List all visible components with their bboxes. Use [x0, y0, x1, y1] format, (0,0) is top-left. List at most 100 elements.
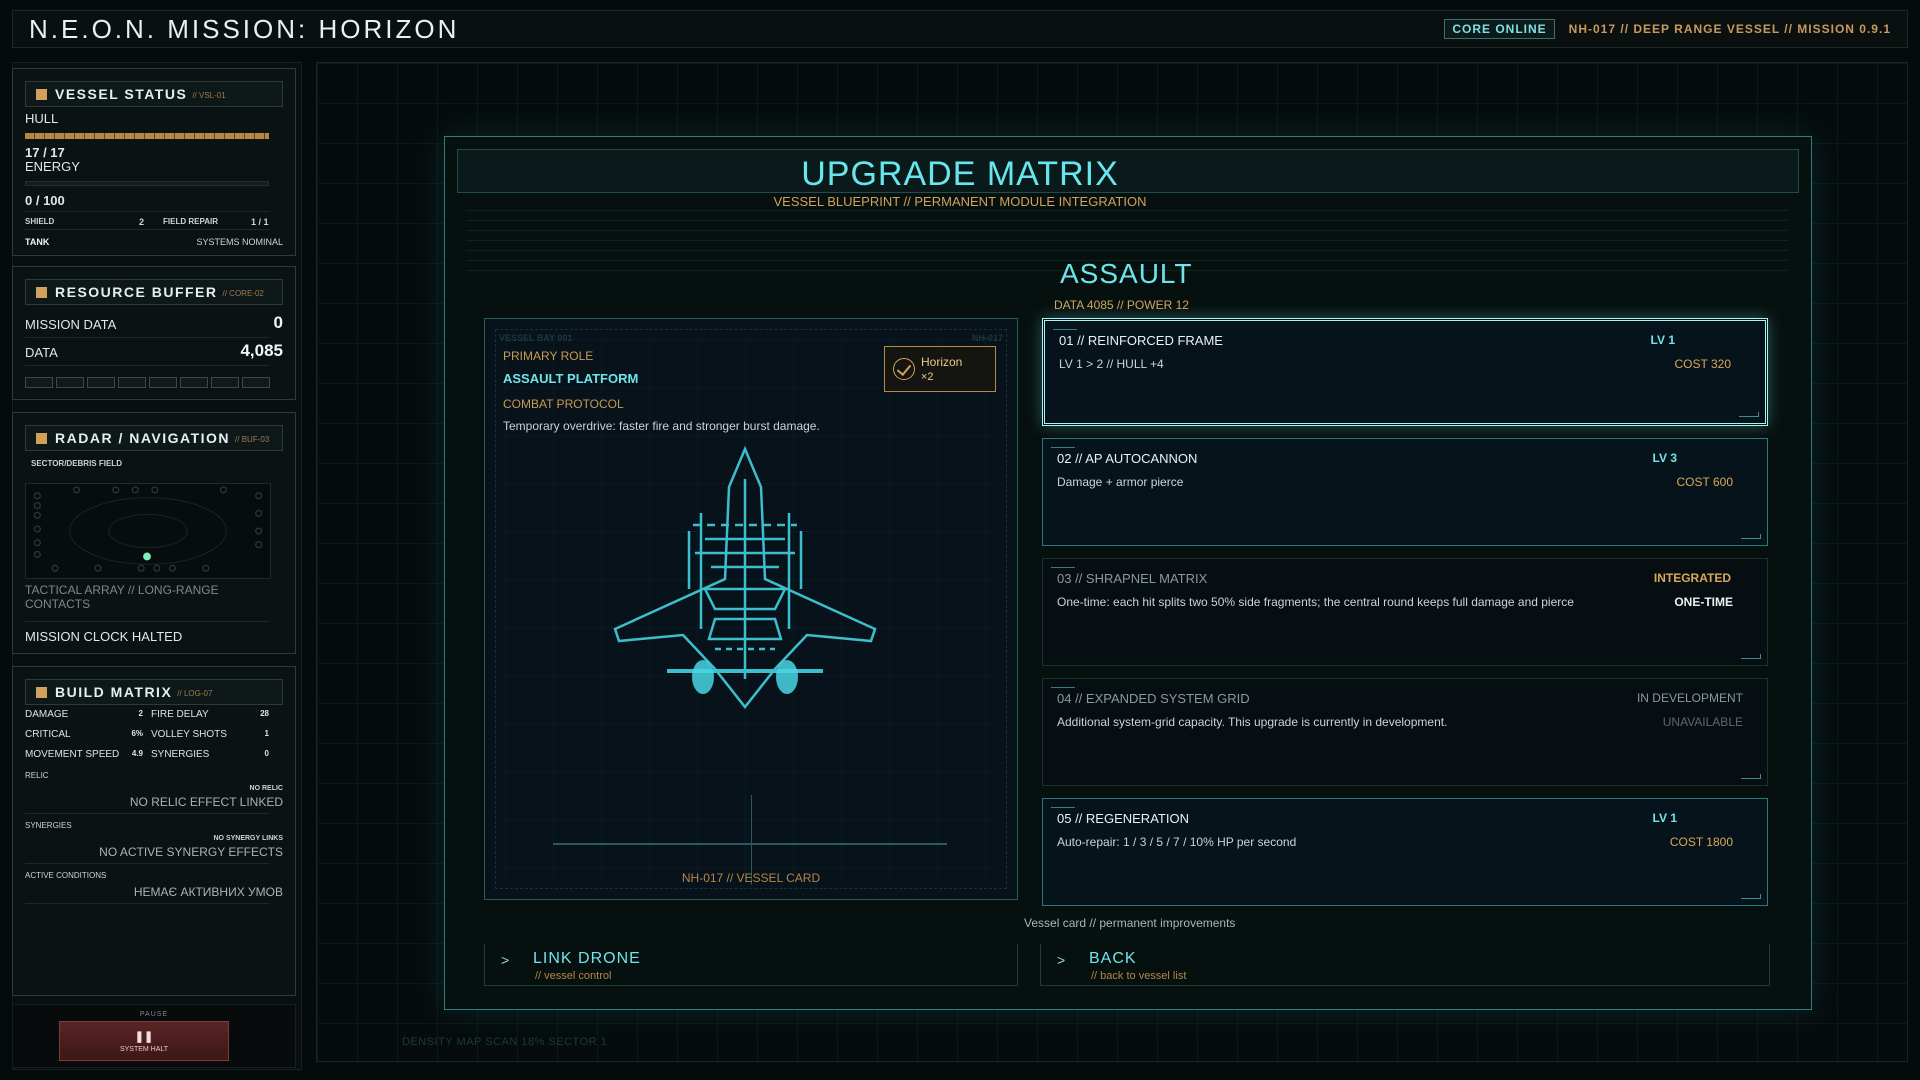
shield-value: 2 [139, 217, 145, 227]
module-cost: COST 600 [1676, 475, 1733, 489]
radar-map[interactable] [25, 483, 271, 579]
module-desc: Additional system-grid capacity. This up… [1057, 715, 1448, 729]
action-label: BACK [1089, 950, 1137, 967]
ghost-label: VESSEL BAY 001 [499, 333, 573, 343]
panel-header: VESSEL STATUS // VSL-01 [25, 81, 283, 107]
stat-label: SYNERGIES [151, 749, 210, 760]
player-marker [143, 552, 151, 561]
protocol-text: Temporary overdrive: faster fire and str… [503, 419, 820, 433]
stat-value: 4.9 [131, 749, 143, 758]
panel-tag: // BUF-03 [235, 435, 270, 444]
relic-tag: NO RELIC [249, 785, 283, 792]
panel-tag: // CORE-02 [222, 289, 264, 298]
repair-label: FIELD REPAIR [163, 217, 218, 226]
module-cost: COST 320 [1674, 357, 1731, 371]
panel-title: RESOURCE BUFFER [55, 284, 218, 300]
module-name: 05 // REGENERATION [1057, 811, 1189, 826]
stat-label: DAMAGE [25, 709, 69, 720]
chevron-right-icon: > [501, 952, 510, 968]
corner-mark [1051, 807, 1075, 808]
role-label: PRIMARY ROLE [503, 349, 594, 363]
module-name: 04 // EXPANDED SYSTEM GRID [1057, 691, 1250, 706]
square-icon [36, 686, 47, 698]
pause-button[interactable]: ❚❚ SYSTEM HALT [59, 1021, 229, 1061]
check-circle-icon [893, 358, 915, 380]
module-name: 02 // AP AUTOCANNON [1057, 451, 1198, 466]
square-icon [36, 432, 47, 444]
upgrade-module-reinforced-frame[interactable]: 01 // REINFORCED FRAME LV 1 > 2 // HULL … [1042, 318, 1768, 426]
module-desc: Damage + armor pierce [1057, 475, 1184, 489]
divider [25, 211, 269, 212]
divider [25, 813, 269, 814]
stat-value: 1 [264, 729, 269, 738]
action-sub: // vessel control [535, 970, 612, 982]
panel-title: RADAR / NAVIGATION [55, 430, 231, 446]
stat-value: 28 [260, 709, 269, 718]
radar-svg [33, 486, 263, 572]
stat-label: VOLLEY SHOTS [151, 729, 227, 740]
divider [25, 621, 269, 622]
top-bar: N.E.O.N. MISSION: HORIZON CORE ONLINE NH… [12, 10, 1908, 48]
vessel-stats: DATA 4085 // POWER 12 [1054, 298, 1189, 312]
conditions-label: ACTIVE CONDITIONS [25, 871, 107, 880]
data-label: DATA [25, 345, 58, 360]
core-status-badge: CORE ONLINE [1444, 19, 1555, 39]
divider [25, 365, 269, 366]
segment [25, 377, 53, 388]
mission-clock: MISSION CLOCK HALTED [25, 629, 183, 644]
square-icon [36, 88, 47, 100]
upgrade-module-regeneration[interactable]: 05 // REGENERATION Auto-repair: 1 / 3 / … [1042, 798, 1768, 906]
hull-label: HULL [25, 111, 59, 126]
mission-data-value: 0 [273, 313, 283, 332]
pause-label: PAUSE [139, 1011, 169, 1018]
resource-buffer-panel: RESOURCE BUFFER // CORE-02 MISSION DATA … [12, 266, 296, 400]
panel-header: BUILD MATRIX // LOG-07 [25, 679, 283, 705]
topbar-status: CORE ONLINE NH-017 // DEEP RANGE VESSEL … [1444, 19, 1891, 39]
synergies-label: SYNERGIES [25, 821, 72, 830]
mission-data-label: MISSION DATA [25, 317, 117, 332]
corner-mark [1739, 412, 1759, 417]
systems-status: SYSTEMS NOMINAL [196, 237, 283, 247]
corner-mark [1741, 534, 1761, 539]
horizon-badge: Horizon ×2 [884, 346, 996, 392]
vessel-card: VESSEL BAY 001 NH-017 PRIMARY ROLE ASSAU… [484, 318, 1018, 900]
action-sub: // back to vessel list [1091, 970, 1187, 982]
module-level: LV 1 [1650, 333, 1675, 347]
upgrade-module-shrapnel-matrix[interactable]: 03 // SHRAPNEL MATRIX One-time: each hit… [1042, 558, 1768, 666]
module-cost: UNAVAILABLE [1662, 715, 1743, 729]
data-value: 4,085 [240, 341, 283, 360]
panel-tag: // VSL-01 [192, 91, 226, 100]
segment [242, 377, 270, 388]
module-level: LV 3 [1652, 451, 1677, 465]
segment [180, 377, 208, 388]
corner-mark [1741, 774, 1761, 779]
class-label: TANK [25, 237, 50, 247]
repair-value: 1 / 1 [251, 217, 269, 227]
back-button[interactable]: > BACK // back to vessel list [1040, 944, 1770, 986]
modal-footnote: Vessel card // permanent improvements [1024, 916, 1236, 930]
badge-name: Horizon [921, 355, 963, 369]
corner-mark [1051, 567, 1075, 568]
sector-label: SECTOR/DEBRIS FIELD [31, 459, 122, 468]
synergies-text: NO ACTIVE SYNERGY EFFECTS [99, 845, 283, 859]
panel-tag: // LOG-07 [177, 689, 213, 698]
upgrade-module-expanded-grid[interactable]: 04 // EXPANDED SYSTEM GRID Additional sy… [1042, 678, 1768, 786]
module-cost: COST 1800 [1669, 835, 1733, 849]
vessel-card-footer: NH-017 // VESSEL CARD [681, 871, 821, 885]
divider [25, 229, 269, 230]
corner-mark [1051, 687, 1075, 688]
link-drone-button[interactable]: > LINK DRONE // vessel control [484, 944, 1018, 986]
upgrade-module-ap-autocannon[interactable]: 02 // AP AUTOCANNON Damage + armor pierc… [1042, 438, 1768, 546]
stat-value: 2 [138, 709, 143, 718]
vessel-class-title: ASSAULT [1060, 258, 1193, 289]
corner-mark [1741, 894, 1761, 899]
module-desc: LV 1 > 2 // HULL +4 [1059, 357, 1164, 371]
panel-title: BUILD MATRIX [55, 684, 173, 700]
segment [87, 377, 115, 388]
pause-icon: ❚❚ [134, 1031, 154, 1043]
resource-segments [25, 377, 270, 388]
shield-label: SHIELD [25, 217, 55, 226]
radar-ring [108, 513, 188, 549]
segment [56, 377, 84, 388]
action-label: LINK DRONE [533, 950, 641, 967]
